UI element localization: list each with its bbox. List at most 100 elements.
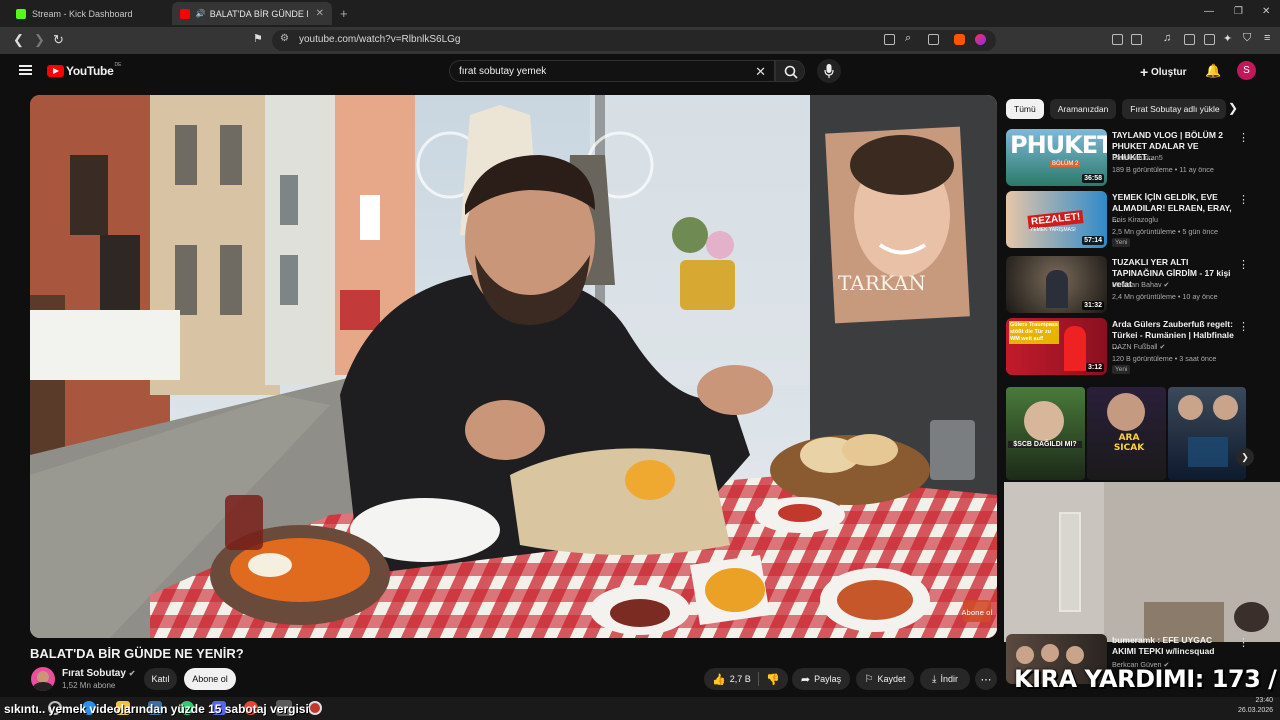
- record-icon[interactable]: [308, 701, 322, 715]
- download-icon: ⤓: [932, 673, 937, 685]
- chip-from-search[interactable]: Aramanızdan: [1049, 99, 1117, 119]
- reload-icon[interactable]: ↻: [53, 32, 64, 48]
- tab-kick-dashboard[interactable]: Stream - Kick Dashboard: [8, 2, 168, 25]
- video-thumbnail: REZALET! YEMEK YARIŞMASI 57:14: [1006, 191, 1107, 248]
- logo-region: DE: [114, 62, 122, 68]
- recommendation-item[interactable]: Gülers Traumpass stößt die Tür zu WM wei…: [1006, 318, 1276, 376]
- filter-chips: Tümü Aramanızdan Fırat Sobutay adlı yükl…: [1006, 99, 1227, 119]
- thumbnail-text: Gülers Traumpass stößt die Tür zu WM wei…: [1009, 321, 1059, 344]
- share-page-icon[interactable]: [928, 34, 939, 45]
- screenshot-icon[interactable]: [1131, 34, 1142, 45]
- leo-ai-icon[interactable]: ✦: [1223, 32, 1232, 45]
- close-tab-icon[interactable]: ✕: [316, 8, 324, 19]
- dislike-icon[interactable]: 👎: [766, 673, 780, 686]
- verified-icon: ✔: [1159, 344, 1166, 351]
- channel-name: Mevtcan Bahav ✔: [1112, 280, 1170, 289]
- account-avatar[interactable]: S: [1237, 61, 1256, 80]
- channel-name[interactable]: Fırat Sobutay ✔: [62, 668, 135, 679]
- more-options-icon[interactable]: ⋮: [1238, 636, 1249, 649]
- video-title: bumeramk : EFE UYGAC AKIMI TEPKI w/lincs…: [1112, 635, 1215, 656]
- thumbnail-text: PHUKET: [1010, 131, 1107, 159]
- tab-youtube-video[interactable]: 🔊 BALAT'DA BİR GÜNDE NE YE ✕: [172, 2, 332, 25]
- vpn-icon[interactable]: ⛉: [1243, 32, 1251, 45]
- chip-label: Tümü: [1014, 104, 1036, 114]
- plus-icon: +: [1140, 64, 1149, 80]
- short-thumbnail[interactable]: [1168, 387, 1246, 480]
- bookmark-icon[interactable]: ⚑: [253, 32, 263, 45]
- tab-label: BALAT'DA BİR GÜNDE NE YE: [209, 8, 308, 19]
- more-options-icon[interactable]: ⋮: [1238, 193, 1249, 206]
- like-icon[interactable]: 👍: [712, 673, 726, 686]
- speaker-icon: 🔊: [195, 9, 206, 18]
- youtube-logo[interactable]: YouTube DE: [47, 62, 122, 78]
- sidebar-icon[interactable]: [1184, 34, 1195, 45]
- hamburger-menu-icon[interactable]: [19, 65, 32, 75]
- shorts-row: $SCB DAĞILDI MI? ARA SICAK: [1006, 387, 1246, 480]
- site-settings-icon[interactable]: ⚙: [280, 33, 289, 44]
- search-query: fırat sobutay yemek: [459, 66, 547, 77]
- svg-text:Abone ol: Abone ol: [962, 609, 993, 617]
- brave-shield-icon[interactable]: [954, 34, 965, 45]
- back-icon[interactable]: ❮: [13, 32, 24, 48]
- media-icon[interactable]: ♫: [1163, 32, 1171, 44]
- youtube-icon: [180, 8, 190, 19]
- thumbnail-subtext: BÖLÜM 2: [1050, 161, 1081, 167]
- recommendation-item[interactable]: REZALET! YEMEK YARIŞMASI 57:14 YEMEK İÇİ…: [1006, 191, 1276, 249]
- chips-next-icon[interactable]: ❯: [1228, 101, 1238, 115]
- video-duration: 31:32: [1082, 301, 1104, 310]
- notifications-bell-icon[interactable]: 🔔: [1205, 63, 1221, 79]
- clear-search-icon[interactable]: ✕: [755, 64, 766, 80]
- short-thumbnail[interactable]: ARA SICAK: [1087, 387, 1166, 480]
- url-text: youtube.com/watch?v=RlbnlkS6LGg: [299, 34, 461, 45]
- short-caption: $SCB DAĞILDI MI?: [1008, 441, 1082, 448]
- subscribe-watermark[interactable]: Abone ol: [962, 600, 993, 622]
- chip-all[interactable]: Tümü: [1006, 99, 1044, 119]
- short-thumbnail[interactable]: $SCB DAĞILDI MI?: [1006, 387, 1085, 480]
- close-window-icon[interactable]: ✕: [1262, 6, 1270, 17]
- search-input[interactable]: fırat sobutay yemek ✕: [449, 60, 775, 82]
- bookmark-save-icon: ⚐: [864, 673, 874, 685]
- cast-icon[interactable]: [884, 34, 895, 45]
- tab-label: Stream - Kick Dashboard: [32, 8, 133, 19]
- subscribe-button[interactable]: Abone ol: [184, 668, 236, 690]
- verified-icon: ✔: [1163, 282, 1170, 289]
- voice-search-button[interactable]: [817, 59, 841, 83]
- logo-wordmark: YouTube: [66, 64, 114, 78]
- new-tab-button[interactable]: +: [340, 6, 348, 21]
- zoom-icon[interactable]: ⌕: [905, 32, 911, 45]
- channel-name: DAZN Fußball ✔: [1112, 342, 1166, 351]
- channel-avatar[interactable]: [31, 667, 55, 691]
- more-options-icon[interactable]: ⋮: [1238, 131, 1249, 144]
- chip-channel-uploads[interactable]: Fırat Sobutay adlı yükle: [1122, 99, 1227, 119]
- create-button[interactable]: + Oluştur: [1140, 64, 1187, 80]
- youtube-play-icon: [47, 65, 64, 77]
- recommendation-item[interactable]: 31:32 TUZAKLI YER ALTI TAPINAĞINA GİRDİM…: [1006, 256, 1276, 314]
- join-button[interactable]: Katıl: [144, 668, 177, 690]
- join-label: Katıl: [151, 674, 170, 684]
- video-thumbnail: 31:32: [1006, 256, 1107, 313]
- rewards-icon[interactable]: [975, 34, 986, 45]
- wallet-icon[interactable]: [1204, 34, 1215, 45]
- recommendation-item[interactable]: PHUKET BÖLÜM 2 36:58 TAYLAND VLOG | BÖLÜ…: [1006, 129, 1276, 187]
- more-options-icon[interactable]: ⋮: [1238, 320, 1249, 333]
- like-dislike-group: 👍 2,7 B 👎: [704, 668, 788, 690]
- tarkan-poster: TARKAN: [825, 126, 970, 324]
- shorts-next-icon[interactable]: ❯: [1236, 448, 1254, 466]
- menu-icon[interactable]: ≡: [1264, 32, 1270, 44]
- share-button[interactable]: ➦ Paylaş: [792, 668, 850, 690]
- video-player[interactable]: TARKAN Abone ol: [30, 95, 997, 638]
- forward-icon[interactable]: ❯: [34, 32, 45, 48]
- download-button[interactable]: ⤓ İndir: [920, 668, 970, 690]
- extensions-icon[interactable]: [1112, 34, 1123, 45]
- browser-tab-bar: Stream - Kick Dashboard 🔊 BALAT'DA BİR G…: [0, 0, 1280, 27]
- save-label: Kaydet: [877, 674, 906, 684]
- restore-icon[interactable]: ❐: [1234, 6, 1243, 17]
- minimize-icon[interactable]: —: [1204, 6, 1214, 17]
- subscriber-count: 1,52 Mn abone: [62, 681, 116, 690]
- search-button[interactable]: [775, 60, 805, 82]
- more-options-icon[interactable]: ⋮: [1238, 258, 1249, 271]
- save-button[interactable]: ⚐ Kaydet: [856, 668, 914, 690]
- clock-time: 23:40: [1255, 697, 1274, 704]
- more-actions-icon[interactable]: ⋯: [975, 668, 997, 690]
- channel-name: Enis Kirazoglu: [1112, 215, 1158, 224]
